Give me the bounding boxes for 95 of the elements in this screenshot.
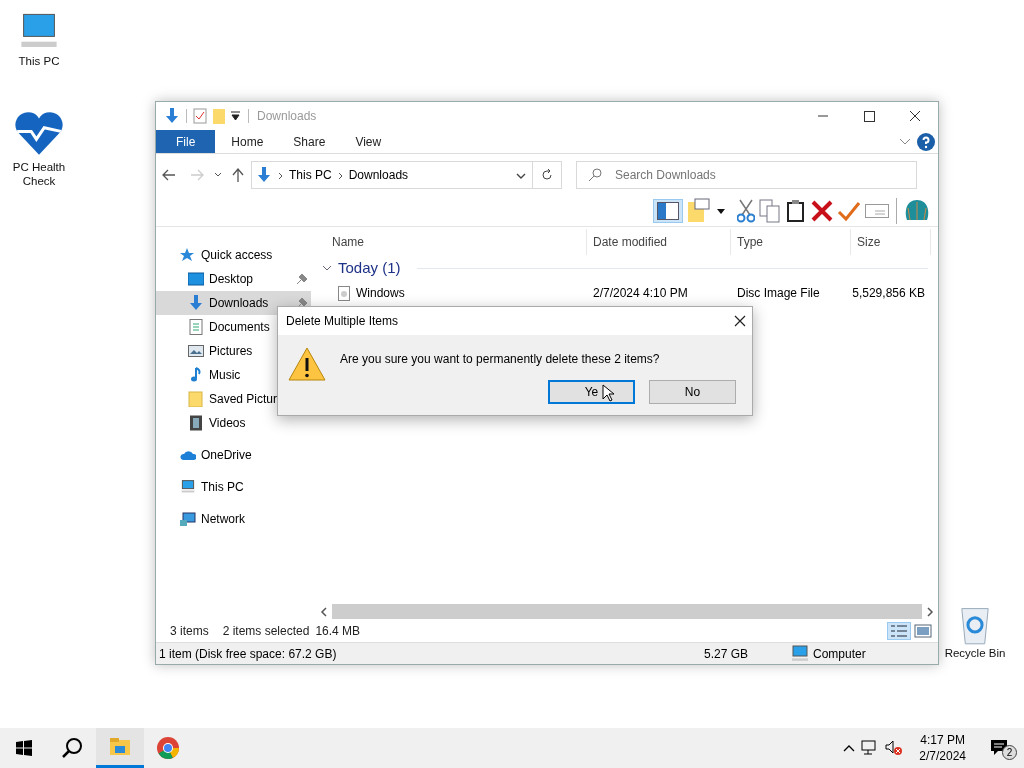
chevron-down-icon[interactable] [322,265,332,271]
star-icon [180,247,196,263]
status-text: 3 items [170,623,209,640]
nav-item[interactable]: Desktop [156,267,311,291]
preview-pane-icon[interactable] [657,202,679,220]
disc-file-icon [338,285,350,301]
table-cell-text: 5,529,856 KB [852,285,925,302]
table-cell-text: 2/7/2024 4:10 PM [593,285,688,302]
breadcrumb-link[interactable]: This PC [289,166,332,184]
nav-item[interactable]: Quick access [156,243,273,267]
notification-badge: 2 [1002,745,1017,760]
dialog-title: Delete Multiple Items [286,313,399,330]
close-icon[interactable] [909,110,921,122]
film-icon [188,415,204,431]
folder-icon [213,108,225,124]
help-icon[interactable] [917,132,935,151]
dialog-message: Are you sure you want to permanently delete these 2 items? [340,351,661,368]
large-icons-view-icon[interactable] [914,624,932,638]
scroll-left-icon[interactable] [320,606,328,617]
download-icon [256,167,272,183]
scissors-icon[interactable] [737,199,755,223]
group-header[interactable]: Today (1) [338,256,401,280]
icon-label[interactable]: This PC [18,54,60,68]
no-button[interactable]: No [649,380,736,404]
chevron-right-icon [278,171,283,180]
nav-item[interactable]: Videos [156,411,246,435]
close-button[interactable] [734,315,746,327]
search-field[interactable]: Search Downloads [576,161,917,189]
ribbon-tab[interactable]: Share [277,130,340,153]
download-icon [164,108,180,124]
back-icon[interactable] [162,169,176,181]
scroll-right-icon[interactable] [926,607,934,618]
notifications-button[interactable]: 2 [976,728,1024,768]
search-icon[interactable] [61,737,83,759]
yes-button[interactable]: Ye [548,380,635,404]
column-header[interactable]: Size [851,229,931,255]
scrollbar-thumb[interactable] [332,604,922,619]
chevron-down-icon[interactable] [516,172,526,179]
column-header[interactable]: Name [326,229,587,255]
folder-icon [188,391,204,407]
up-arrow-icon[interactable] [232,168,244,182]
nav-item[interactable]: Saved Pictur [156,387,278,411]
column-header[interactable]: Type [731,229,851,255]
nav-item[interactable]: This PC [156,475,244,499]
document-icon [188,319,204,335]
desktop-icon [188,271,204,287]
icon-label[interactable]: PC Health Check [9,160,69,188]
ribbon-tab[interactable]: View [339,130,396,153]
checkmark-icon[interactable] [837,200,861,222]
dropdown-icon [231,111,240,121]
column-header[interactable]: Date modified [587,229,731,255]
clock[interactable]: 4:17 PM 2/7/2024 [909,732,976,764]
table-cell-text: Disc Image File [737,285,820,302]
download-icon [188,295,204,311]
refresh-icon[interactable] [541,169,553,181]
maximize-icon[interactable] [863,110,875,122]
details-view-icon[interactable] [890,624,908,638]
warning-icon [288,347,326,381]
picture-icon [188,343,204,359]
ribbon-tab[interactable]: Home [215,130,278,153]
mouse-cursor-icon [602,384,614,402]
nav-item[interactable]: OneDrive [156,443,252,467]
nav-item[interactable]: Music [156,363,241,387]
ribbon-tab[interactable]: File [156,130,216,153]
pin-icon[interactable] [296,273,308,285]
nav-item[interactable]: Pictures [156,339,253,363]
properties-icon [193,108,207,124]
nav-item[interactable]: Downloads [156,291,311,315]
envelope-icon[interactable] [865,202,889,220]
nav-item[interactable]: Documents [156,315,270,339]
status-text: 5.27 GB [703,645,750,663]
status-text: Computer [813,645,866,663]
computer-icon [790,643,810,664]
chevron-down-icon[interactable] [214,172,222,178]
caret-icon[interactable] [717,208,725,214]
window-title: Downloads [257,108,317,125]
status-text: 2 items selected [222,623,310,640]
chevron-right-icon [337,171,343,180]
clipboard-icon[interactable] [785,199,807,223]
windows-logo-icon[interactable] [16,740,32,756]
status-text: 1 item (Disk free space: 67.2 GB) [158,645,338,663]
network-icon [180,511,196,527]
chevron-up-icon[interactable] [843,744,856,752]
computer-icon [180,479,196,495]
status-text: 16.4 MB [315,623,361,640]
delete-icon[interactable] [811,200,833,222]
refresh-button[interactable] [533,161,562,189]
nav-item[interactable]: Network [156,507,245,531]
icon-label[interactable]: Recycle Bin [944,646,1006,660]
search-icon [588,168,602,182]
muted-speaker-icon[interactable] [885,740,904,756]
folder-taskbar-icon[interactable] [96,728,144,768]
table-cell-text: Windows [356,285,405,302]
address-bar[interactable]: This PC Downloads [251,161,533,189]
breadcrumb-link[interactable]: Downloads [348,166,409,184]
